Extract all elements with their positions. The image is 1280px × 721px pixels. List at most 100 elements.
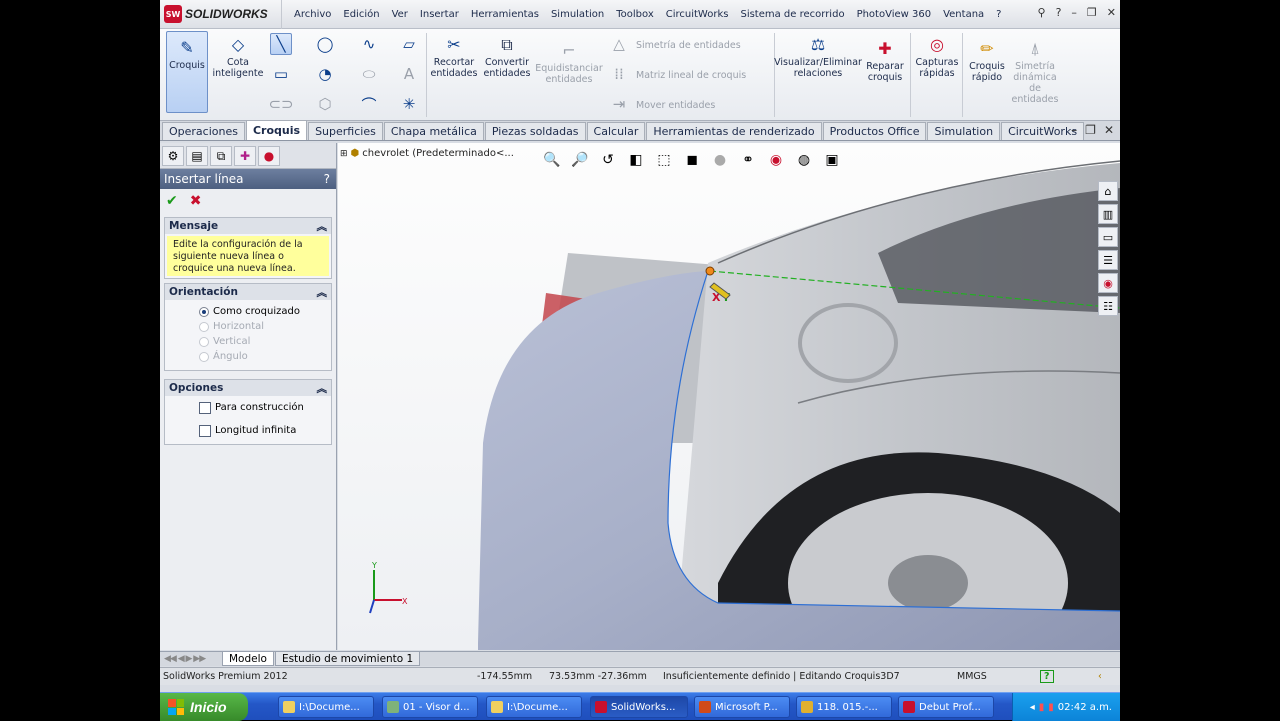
view-orientation-icon[interactable]: ⬚ <box>654 150 674 170</box>
restore-icon[interactable]: ❐ <box>1087 6 1097 19</box>
status-help-icon[interactable]: ? <box>1040 670 1054 683</box>
tab-herramientas-renderizado[interactable]: Herramientas de renderizado <box>646 122 822 140</box>
solidworks-logo[interactable]: SW SOLIDWORKS <box>160 0 282 29</box>
ellipse-tool-icon[interactable]: ⬭ <box>358 63 380 85</box>
menu-herramientas[interactable]: Herramientas <box>465 9 545 20</box>
taskbar-item-118[interactable]: 118. 015.-... <box>796 696 892 718</box>
polygon-tool-icon[interactable]: ⬡ <box>314 93 336 115</box>
radio-vertical[interactable]: Vertical <box>165 334 331 349</box>
tab-piezas-soldadas[interactable]: Piezas soldadas <box>484 122 586 140</box>
start-button[interactable]: Inicio <box>160 693 248 721</box>
edit-appearance-icon[interactable]: ⚭ <box>738 150 758 170</box>
tab-superficies[interactable]: Superficies <box>308 122 383 140</box>
equidistanciar-button[interactable]: ⌐ Equidistanciar entidades <box>535 39 602 85</box>
move-icon[interactable]: ⇥ <box>608 93 630 115</box>
hide-show-icon[interactable]: ● <box>710 150 730 170</box>
tab-scroll-arrows[interactable]: ◀◀ ◀ ▶ ▶▶ <box>160 654 222 664</box>
custom-properties-icon[interactable]: ☷ <box>1098 296 1118 316</box>
convertir-button[interactable]: ⧉ Convertir entidades <box>482 33 532 79</box>
doc-minimize-icon[interactable]: – <box>1071 123 1077 137</box>
radio-angulo[interactable]: Ángulo <box>165 349 331 364</box>
help-icon[interactable]: ? <box>1056 6 1062 19</box>
status-units[interactable]: MMGS <box>957 671 987 682</box>
collapse-icon[interactable]: ︽ <box>317 285 328 300</box>
tab-croquis[interactable]: Croquis <box>245 120 308 140</box>
tab-operaciones[interactable]: Operaciones <box>162 122 245 140</box>
home-icon[interactable]: ⌂ <box>1098 181 1118 201</box>
section-view-icon[interactable]: ◧ <box>626 150 646 170</box>
tray-arrow-icon[interactable]: ◂ <box>1030 702 1035 713</box>
tray-app-icon[interactable]: ▮ <box>1048 702 1054 713</box>
monitor-icon[interactable]: ▣ <box>822 150 842 170</box>
taskbar-item-powerpoint[interactable]: Microsoft P... <box>694 696 790 718</box>
view-palette-icon[interactable]: ☰ <box>1098 250 1118 270</box>
zoom-fit-icon[interactable]: 🔍 <box>542 150 562 170</box>
appearances-icon[interactable]: ◉ <box>1098 273 1118 293</box>
menu-edicion[interactable]: Edición <box>337 9 385 20</box>
mover-label[interactable]: Mover entidades <box>636 100 715 111</box>
linear-pattern-icon[interactable]: ⁞⁞ <box>608 63 630 85</box>
car-model-view[interactable]: X Y X Y <box>338 143 1120 650</box>
mensaje-header[interactable]: Mensaje ︽ <box>165 218 331 234</box>
simetria-dinamica-button[interactable]: ⍋ Simetría dinámica de entidades <box>1012 37 1059 105</box>
fillet-tool-icon[interactable]: ⌒ <box>358 93 380 115</box>
slot-tool-icon[interactable]: ⊂⊃ <box>268 93 293 115</box>
tab-modelo[interactable]: Modelo <box>222 652 274 666</box>
view-settings-icon[interactable]: ◍ <box>794 150 814 170</box>
property-manager-icon[interactable]: ▤ <box>186 146 208 166</box>
menu-toolbox[interactable]: Toolbox <box>610 9 660 20</box>
pm-help-icon[interactable]: ? <box>324 172 330 186</box>
dimxpert-icon[interactable]: ✚ <box>234 146 256 166</box>
menu-ver[interactable]: Ver <box>386 9 414 20</box>
expand-icon[interactable]: ⊞ <box>340 149 348 159</box>
point-tool-icon[interactable]: ✳ <box>398 93 420 115</box>
taskbar-item-docs2[interactable]: I:\Docume... <box>486 696 582 718</box>
taskbar-item-docs1[interactable]: I:\Docume... <box>278 696 374 718</box>
collapse-icon[interactable]: ︽ <box>317 381 328 396</box>
collapse-icon[interactable]: ︽ <box>317 219 328 234</box>
circle-tool-icon[interactable]: ◯ <box>314 33 336 55</box>
feature-manager-icon[interactable]: ⚙ <box>162 146 184 166</box>
file-explorer-icon[interactable]: ▭ <box>1098 227 1118 247</box>
tray-record-icon[interactable]: ▮ <box>1039 702 1045 713</box>
radio-como-croquizado[interactable]: Como croquizado <box>165 304 331 319</box>
feature-tree-flyout[interactable]: ⊞ ⬢ chevrolet (Predeterminado<... <box>340 148 514 159</box>
croquis-rapido-button[interactable]: ✏ Croquis rápido <box>964 37 1010 83</box>
line-tool-icon[interactable]: ╲ <box>270 33 292 55</box>
tab-productos-office[interactable]: Productos Office <box>822 122 927 140</box>
checkbox-para-construccion[interactable]: Para construcción <box>165 396 331 419</box>
orientacion-header[interactable]: Orientación ︽ <box>165 284 331 300</box>
reparar-croquis-button[interactable]: ✚ Reparar croquis <box>862 37 908 83</box>
display-style-icon[interactable]: ◼ <box>682 150 702 170</box>
tab-estudio-movimiento[interactable]: Estudio de movimiento 1 <box>274 652 421 666</box>
cancel-x-icon[interactable]: ✖ <box>190 193 202 209</box>
capturas-rapidas-button[interactable]: ◎ Capturas rápidas <box>914 33 960 79</box>
visualizar-relaciones-button[interactable]: ⚖ Visualizar/Eliminar relaciones <box>774 33 862 79</box>
menu-simulation[interactable]: Simulation <box>545 9 610 20</box>
text-tool-icon[interactable]: A <box>398 63 420 85</box>
arc-tool-icon[interactable]: ◔ <box>314 63 336 85</box>
tab-simulation[interactable]: Simulation <box>927 122 1001 140</box>
ok-check-icon[interactable]: ✔ <box>166 193 178 209</box>
menu-insertar[interactable]: Insertar <box>414 9 465 20</box>
tray-clock[interactable]: 02:42 a.m. <box>1058 702 1112 713</box>
taskbar-item-debut[interactable]: Debut Prof... <box>898 696 994 718</box>
doc-close-icon[interactable]: ✕ <box>1104 123 1114 137</box>
minimize-icon[interactable]: – <box>1071 6 1077 19</box>
status-arrow-icon[interactable]: ‹ <box>1098 671 1102 682</box>
zoom-area-icon[interactable]: 🔎 <box>570 150 590 170</box>
doc-restore-icon[interactable]: ❐ <box>1085 123 1096 137</box>
menu-ventana[interactable]: Ventana <box>937 9 990 20</box>
checkbox-longitud-infinita[interactable]: Longitud infinita <box>165 419 331 442</box>
configuration-manager-icon[interactable]: ⧉ <box>210 146 232 166</box>
recortar-button[interactable]: ✂ Recortar entidades <box>430 33 478 79</box>
sketch-endpoint[interactable] <box>705 266 715 276</box>
menu-photoview[interactable]: PhotoView 360 <box>851 9 938 20</box>
rectangle-tool-icon[interactable]: ▭ <box>270 63 292 85</box>
design-library-icon[interactable]: ▥ <box>1098 204 1118 224</box>
matriz-label[interactable]: Matriz lineal de croquis <box>636 70 746 81</box>
menu-archivo[interactable]: Archivo <box>288 9 337 20</box>
simetria-label[interactable]: Simetría de entidades <box>636 40 741 51</box>
radio-horizontal[interactable]: Horizontal <box>165 319 331 334</box>
menu-help[interactable]: ? <box>990 9 1007 20</box>
